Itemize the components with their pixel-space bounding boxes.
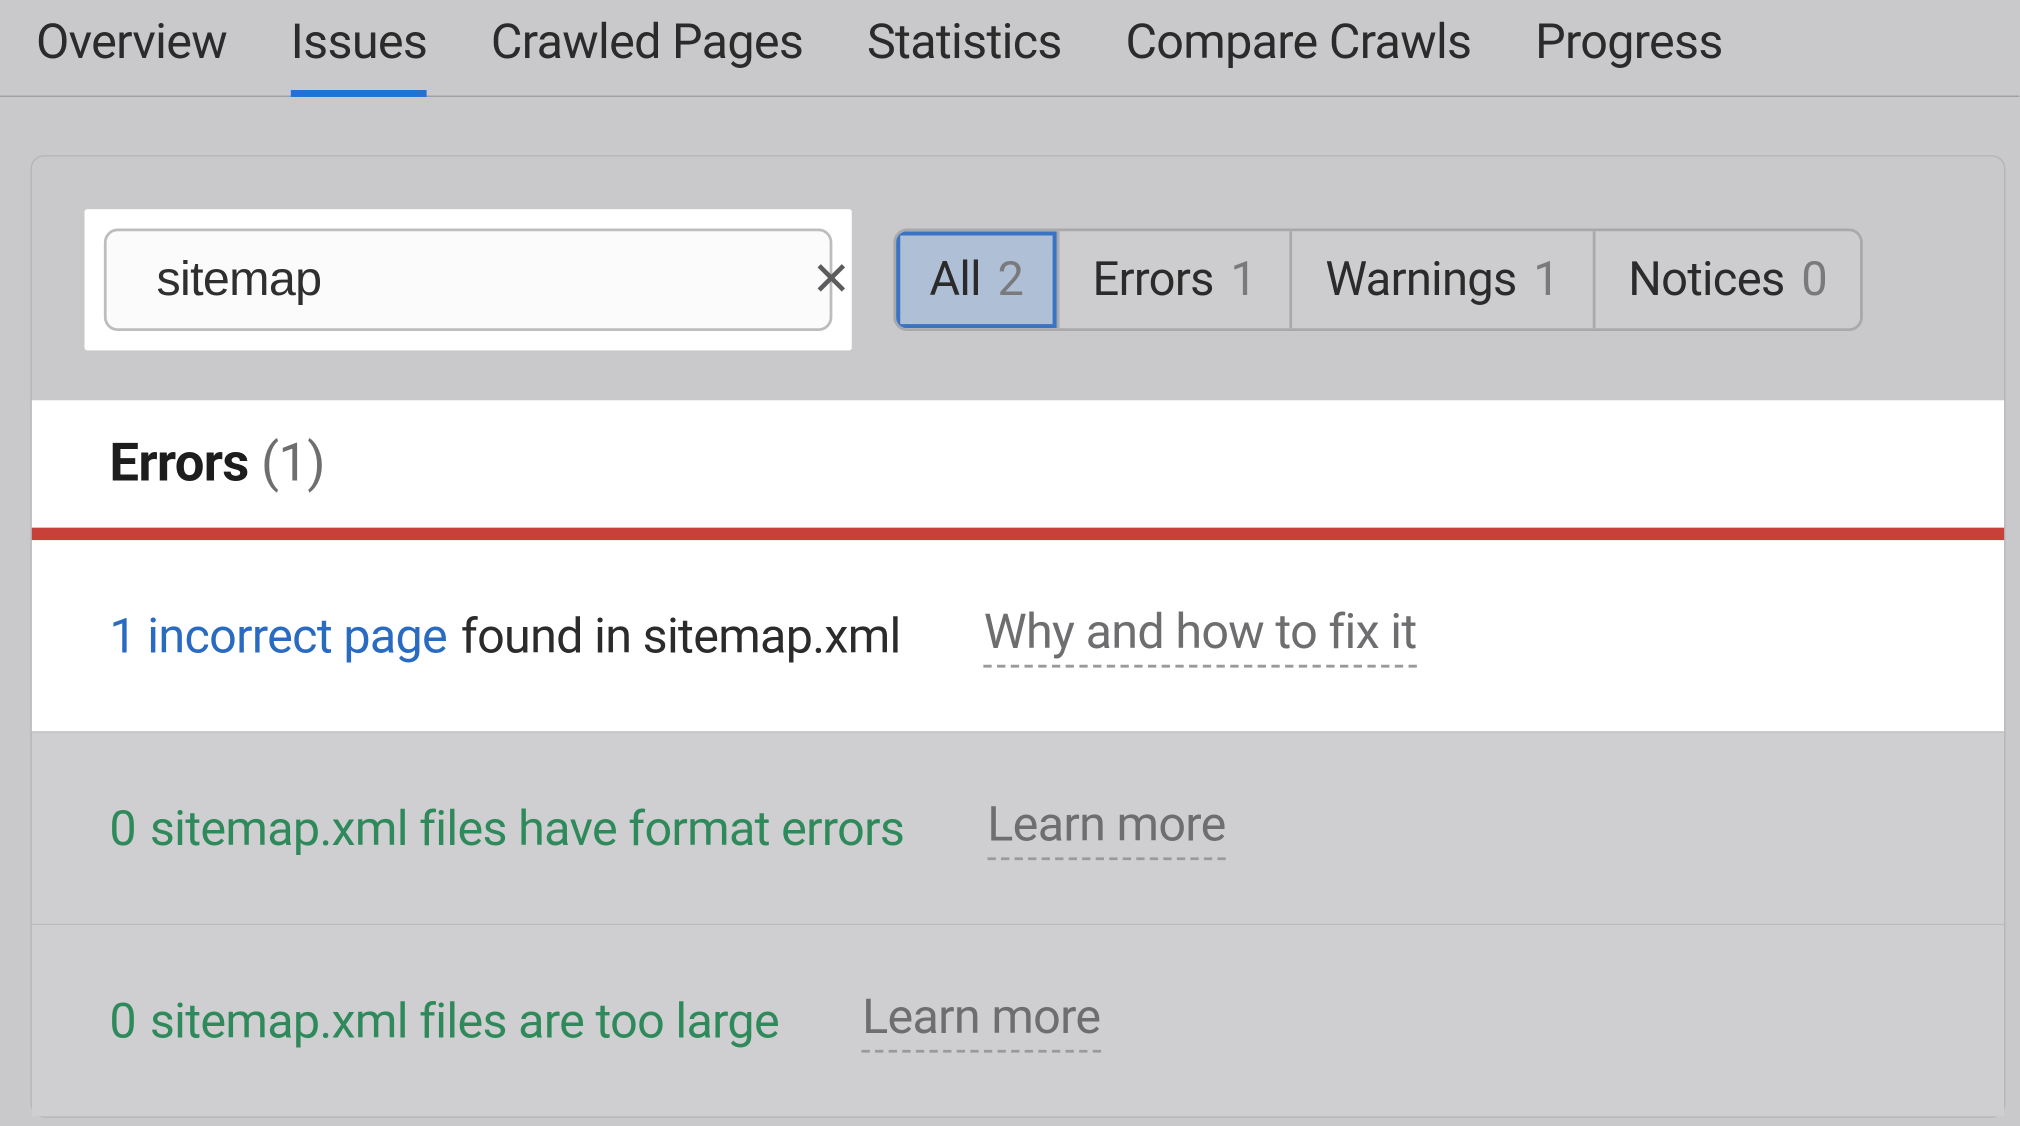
- issues-panel: ✕ All 2 Errors 1 Warnings 1 Notices: [30, 155, 2005, 1118]
- issue-row[interactable]: 0 sitemap.xml files have format errors L…: [32, 733, 2004, 926]
- search-box[interactable]: ✕: [104, 229, 833, 331]
- issue-text: 0 sitemap.xml files have format errors: [109, 800, 904, 857]
- filter-errors-count: 1: [1230, 252, 1256, 307]
- filter-group: All 2 Errors 1 Warnings 1 Notices 0: [893, 229, 1863, 331]
- filter-warnings[interactable]: Warnings 1: [1292, 231, 1595, 328]
- filter-warnings-label: Warnings: [1325, 252, 1516, 307]
- issue-text: 1 incorrect page found in sitemap.xml: [109, 607, 900, 664]
- filter-errors[interactable]: Errors 1: [1059, 231, 1292, 328]
- issue-row[interactable]: 1 incorrect page found in sitemap.xml Wh…: [32, 540, 2004, 733]
- issue-prefix: 0: [109, 800, 136, 857]
- issue-help-link[interactable]: Why and how to fix it: [984, 604, 1417, 668]
- issue-prefix: 0: [109, 992, 136, 1049]
- filter-all-count: 2: [998, 252, 1024, 307]
- tabs-bar: Overview Issues Crawled Pages Statistics…: [0, 0, 2019, 97]
- clear-icon[interactable]: ✕: [806, 252, 857, 307]
- filter-all-label: All: [929, 252, 981, 307]
- issue-rest: sitemap.xml files have format errors: [150, 800, 904, 857]
- issues-list: Errors (1) 1 incorrect page found in sit…: [32, 400, 2004, 1116]
- section-title: Errors: [109, 434, 248, 495]
- issue-rest: found in sitemap.xml: [461, 607, 901, 664]
- section-header-errors: Errors (1): [32, 400, 2004, 527]
- issue-row[interactable]: 0 sitemap.xml files are too large Learn …: [32, 925, 2004, 1116]
- filter-all[interactable]: All 2: [896, 231, 1059, 328]
- tab-compare-crawls[interactable]: Compare Crawls: [1125, 8, 1471, 95]
- filter-notices-label: Notices: [1628, 252, 1784, 307]
- issue-help-link[interactable]: Learn more: [862, 989, 1100, 1053]
- tab-progress[interactable]: Progress: [1535, 8, 1723, 95]
- filter-notices-count: 0: [1801, 252, 1827, 307]
- issue-text: 0 sitemap.xml files are too large: [109, 992, 779, 1049]
- filter-errors-label: Errors: [1093, 252, 1214, 307]
- search-input[interactable]: [157, 252, 782, 307]
- issue-prefix: 1 incorrect page: [109, 607, 447, 664]
- errors-divider: [32, 528, 2004, 540]
- filter-notices[interactable]: Notices 0: [1595, 231, 1860, 328]
- search-highlight: ✕: [84, 209, 851, 350]
- tab-overview[interactable]: Overview: [36, 8, 227, 95]
- issue-rest: sitemap.xml files are too large: [150, 992, 779, 1049]
- filter-warnings-count: 1: [1533, 252, 1559, 307]
- tab-statistics[interactable]: Statistics: [867, 8, 1062, 95]
- toolbar: ✕ All 2 Errors 1 Warnings 1 Notices: [32, 209, 2004, 400]
- tab-crawled-pages[interactable]: Crawled Pages: [491, 8, 803, 95]
- issue-help-link[interactable]: Learn more: [987, 796, 1225, 860]
- section-count: (1): [261, 434, 325, 495]
- tab-issues[interactable]: Issues: [291, 8, 428, 95]
